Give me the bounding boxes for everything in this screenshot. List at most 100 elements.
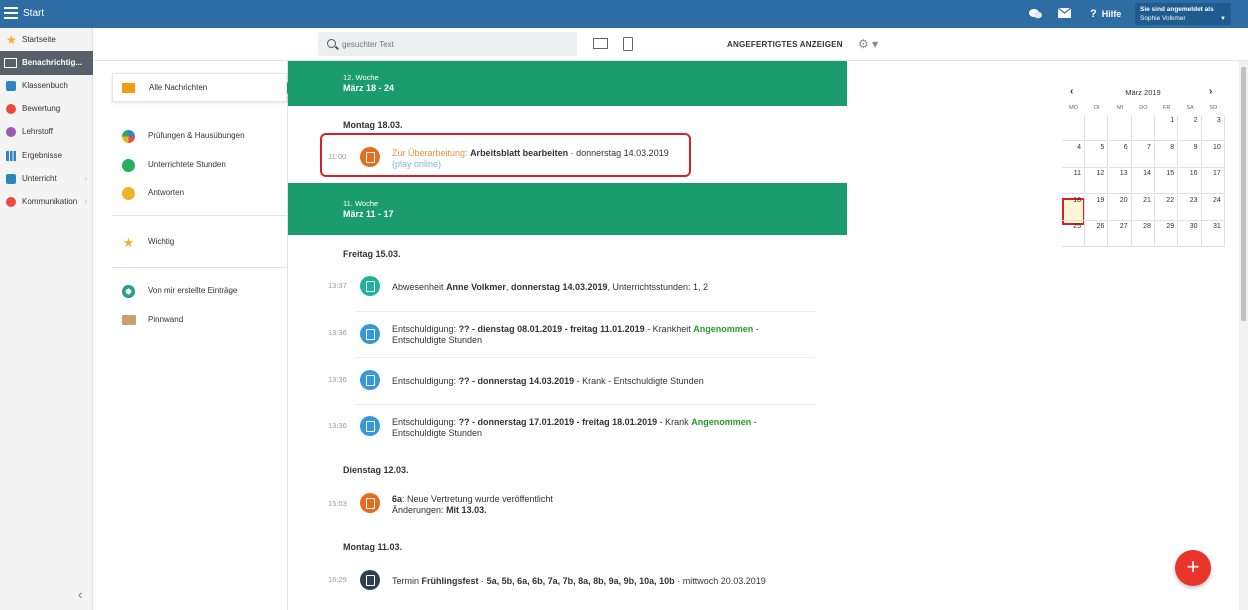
sidebar-item-benachrichtigungen[interactable]: Benachrichtig... [0,51,93,75]
envelope-filter-icon[interactable] [593,38,608,49]
week-header: 11. Woche März 11 - 17 [288,183,847,235]
sidebar-item-unterricht[interactable]: Unterricht › [0,168,93,190]
entry-date: ?? - dienstag 08.01.2019 - freitag 11.01… [458,324,645,334]
help-link[interactable]: ? Hilfe [1090,8,1121,20]
envelope-icon[interactable] [1057,7,1072,20]
hamburger-menu-icon[interactable] [4,7,18,19]
scrollbar-thumb[interactable] [1241,67,1246,321]
week-number: 12. Woche [343,73,379,82]
calendar-day[interactable]: 4 [1062,141,1085,168]
substitution-icon [360,493,380,513]
calendar-day[interactable]: 12 [1085,168,1109,194]
calendar-day[interactable]: 22 [1155,194,1179,221]
filter-pinboard[interactable]: Pinnwand [112,309,287,331]
chevron-right-icon: › [84,197,87,206]
sidebar-item-klassenbuch[interactable]: Klassenbuch [0,75,93,97]
entry-text: Entschuldigung: [392,324,457,334]
chat-icon[interactable] [1029,8,1042,22]
calendar-day[interactable]: 7 [1131,141,1155,168]
sidebar-item-label: Startseite [22,35,56,44]
filter-exams[interactable]: Prüfungen & Hausübungen [112,125,287,147]
calendar-day[interactable]: 6 [1108,141,1132,168]
notification-feed: 12. Woche März 18 - 24 Montag 18.03. 11:… [288,61,847,610]
show-completed-button[interactable]: ANGEFERTIGTES ANZEIGEN [727,40,843,49]
calendar-day[interactable]: 5 [1085,141,1109,168]
add-button[interactable]: + [1175,550,1211,586]
calendar-day[interactable]: 17 [1201,168,1225,194]
filter-all-messages[interactable]: Alle Nachrichten [112,73,293,102]
sidebar-item-kommunikation[interactable]: Kommunikation › [0,191,93,213]
entry-date: · mittwoch 20.03.2019 [677,576,766,586]
filter-lessons[interactable]: Unterrichtete Stunden [112,154,287,176]
absence-icon [360,276,380,296]
status-accepted: Angenommen [691,417,752,427]
sidebar-item-ergebnisse[interactable]: Ergebnisse [0,145,93,167]
calendar-day[interactable]: 11 [1062,168,1085,194]
calendar-day[interactable]: 30 [1178,221,1202,247]
app-title[interactable]: Start [23,8,44,19]
calendar-day[interactable]: 24 [1201,194,1225,221]
gear-icon[interactable]: ⚙ ▾ [858,37,878,51]
clipboard-filter-icon[interactable] [623,37,633,51]
entry-time: 13:36 [328,421,347,430]
entry-text: Entschuldigte Stunden [392,428,483,438]
entry-text: - Krank [659,417,689,427]
class-name: 6a [392,494,403,504]
calendar-day[interactable]: 20 [1108,194,1132,221]
sidebar-item-label: Kommunikation [22,197,78,206]
calendar-day[interactable]: 9 [1178,141,1202,168]
student-name: Anne Volkmer [446,282,506,292]
entry-text: - [753,417,757,427]
status-accepted: Angenommen [693,324,754,334]
weekday-header: DI [1094,105,1100,111]
communication-icon [6,197,16,207]
scrollbar[interactable] [1239,61,1248,610]
excuse-icon [360,324,380,344]
calendar-day[interactable]: 3 [1201,115,1225,141]
calendar-day[interactable]: 19 [1085,194,1109,221]
calendar-day[interactable]: 16 [1178,168,1202,194]
calendar-day[interactable]: 27 [1108,221,1132,247]
entry-text: Termin [392,576,420,586]
search-input[interactable] [342,36,562,52]
weekday-header: DO [1139,105,1148,111]
calendar-day[interactable]: 21 [1131,194,1155,221]
filter-label: Antworten [148,188,185,197]
filter-panel: Alle Nachrichten Prüfungen & Hausübungen… [93,61,293,610]
sidebar-item-startseite[interactable]: ★ Startseite [0,29,93,51]
calendar-day[interactable]: 13 [1108,168,1132,194]
calendar-day[interactable]: 26 [1085,221,1109,247]
calendar-day[interactable]: 29 [1155,221,1179,247]
sidebar-item-lehrstoff[interactable]: Lehrstoff [0,121,93,143]
calendar-day[interactable]: 14 [1131,168,1155,194]
divider [355,357,815,358]
calendar-day[interactable]: 8 [1155,141,1179,168]
weekday-header: SO [1209,105,1218,111]
calendar-day[interactable]: 23 [1178,194,1202,221]
lesson-icon [122,159,135,172]
filter-answers[interactable]: Antworten [112,182,287,204]
sidebar-item-bewertung[interactable]: Bewertung [0,98,93,120]
calendar-day[interactable]: 1 [1155,115,1179,141]
week-header: 12. Woche März 18 - 24 [288,61,847,106]
filter-created-by-me[interactable]: Von mir erstellte Einträge [112,280,287,302]
filter-important[interactable]: ★ Wichtig [112,231,287,253]
calendar-day[interactable]: 31 [1201,221,1225,247]
prev-month-button[interactable]: ‹ [1070,86,1073,97]
calendar-day[interactable]: 18 [1062,194,1085,221]
calendar-day[interactable]: 10 [1201,141,1225,168]
calendar-day[interactable]: 2 [1178,115,1202,141]
day-heading: Freitag 15.03. [343,249,401,259]
answer-icon [122,187,135,200]
next-month-button[interactable]: › [1209,86,1212,97]
search-box [318,32,577,56]
sidebar: ★ Startseite Benachrichtig... Klassenbuc… [0,28,93,610]
calendar-day[interactable]: 25 [1062,221,1085,247]
calendar-day-empty [1062,115,1085,141]
calendar-day[interactable]: 15 [1155,168,1179,194]
calendar-grid: MO DI MI DO FR SA SO 1 2 3 4 5 6 7 8 9 10 11 12 13 14 15 16 17 1… [1062,105,1225,253]
user-menu[interactable]: Sie sind angemeldet als Sophie Volkmer ▼ [1135,3,1231,25]
collapse-sidebar-icon[interactable]: ‹ [78,587,82,602]
calendar-day[interactable]: 28 [1131,221,1155,247]
calendar-panel: ‹ März 2019 › MO DI MI DO FR SA SO 1 2 3 4 5 6 7 8 9 10 1… [847,61,1248,610]
